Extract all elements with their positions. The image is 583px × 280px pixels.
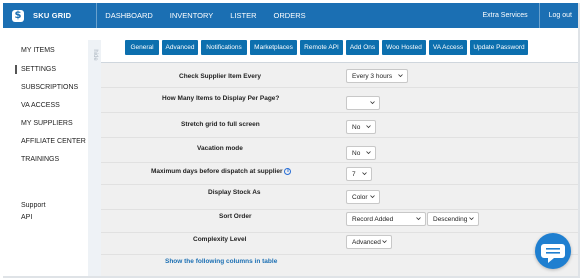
sidebar-hide-strip[interactable] — [88, 40, 101, 276]
check-supplier-label: Check Supplier Item Every — [179, 73, 262, 80]
vacation-mode-value: No — [352, 149, 361, 157]
info-icon[interactable]: i — [284, 168, 292, 175]
sidebar-item-va-access[interactable]: VA ACCESS — [21, 102, 60, 109]
sidebar-item-my-suppliers[interactable]: MY SUPPLIERS — [21, 120, 73, 127]
logo-dollar-icon[interactable]: $ — [12, 9, 24, 22]
sort-direction-select[interactable]: Descending — [427, 212, 479, 226]
sort-order-label: Sort Order — [219, 213, 252, 220]
frame-edge — [3, 276, 580, 278]
chat-widget-button[interactable] — [535, 233, 571, 269]
sidebar-active-indicator — [15, 65, 17, 74]
frame-edge — [578, 3, 580, 278]
tab-update-password[interactable]: Update Password — [470, 40, 528, 55]
max-dispatch-label: Maximum days before dispatch at supplier… — [151, 168, 292, 175]
navbar-divider — [538, 3, 540, 28]
check-supplier-select[interactable]: Every 3 hours — [346, 69, 408, 83]
chevron-down-icon — [382, 240, 387, 244]
setting-row: Check Supplier Item Every Every 3 hours — [101, 63, 578, 88]
sort-field-value: Record Added — [352, 215, 394, 223]
extra-services-link[interactable]: Extra Services — [483, 12, 528, 19]
sort-field-select[interactable]: Record Added — [346, 212, 426, 226]
display-stock-label: Display Stock As — [208, 189, 261, 196]
sidebar-item-subscriptions[interactable]: SUBSCRIPTIONS — [21, 84, 78, 91]
sidebar: MY ITEMS SETTINGS SUBSCRIPTIONS VA ACCES… — [3, 28, 88, 276]
complexity-label: Complexity Level — [193, 236, 247, 243]
nav-right: Extra Services Log out — [483, 3, 572, 28]
sidebar-item-affiliate-center[interactable]: AFFILIATE CENTER — [21, 138, 86, 145]
navbar-divider — [96, 3, 98, 28]
sidebar-hide-toggle[interactable]: hide — [88, 49, 102, 61]
max-dispatch-select[interactable]: 7 — [346, 167, 372, 181]
items-per-page-select[interactable] — [346, 96, 380, 110]
tab-remote-api[interactable]: Remote API — [300, 40, 343, 55]
tab-va-access[interactable]: VA Access — [429, 40, 467, 55]
chevron-down-icon — [398, 74, 403, 78]
display-stock-value: Color — [352, 193, 368, 201]
setting-row: Stretch grid to full screen No — [101, 113, 578, 138]
sidebar-item-api[interactable]: API — [21, 214, 32, 221]
max-dispatch-label-text: Maximum days before dispatch at supplier — [151, 168, 283, 175]
sidebar-item-settings[interactable]: SETTINGS — [21, 66, 56, 73]
brand-name[interactable]: SKU GRID — [33, 11, 71, 20]
tab-advanced[interactable]: Advanced — [162, 40, 198, 55]
tab-notifications[interactable]: Notifications — [201, 40, 247, 55]
setting-row: Vacation mode No — [101, 138, 578, 163]
chevron-down-icon — [370, 101, 375, 105]
tab-marketplaces[interactable]: Marketplaces — [250, 40, 297, 55]
main-nav: DASHBOARD INVENTORY LISTER ORDERS — [105, 11, 322, 20]
stretch-grid-select[interactable]: No — [346, 120, 376, 134]
chevron-down-icon — [469, 217, 474, 221]
setting-row: Complexity Level Advanced — [101, 233, 578, 255]
chevron-down-icon — [370, 195, 375, 199]
chevron-down-icon — [362, 172, 367, 176]
complexity-select[interactable]: Advanced — [346, 235, 392, 249]
stretch-grid-value: No — [352, 123, 361, 131]
nav-dashboard[interactable]: DASHBOARD — [105, 11, 153, 20]
setting-row: How Many Items to Display Per Page? — [101, 88, 578, 113]
logout-link[interactable]: Log out — [549, 12, 572, 19]
chat-icon — [541, 244, 565, 263]
setting-row: Display Stock As Color — [101, 185, 578, 210]
items-per-page-label: How Many Items to Display Per Page? — [162, 95, 280, 102]
setting-row: Maximum days before dispatch at supplier… — [101, 163, 578, 185]
top-navbar: $ SKU GRID DASHBOARD INVENTORY LISTER OR… — [3, 3, 578, 28]
tab-add-ons[interactable]: Add Ons — [346, 40, 379, 55]
chevron-down-icon — [366, 151, 371, 155]
settings-tabs: General Advanced Notifications Marketpla… — [101, 40, 578, 62]
nav-orders[interactable]: ORDERS — [274, 11, 306, 20]
complexity-value: Advanced — [352, 238, 381, 246]
vacation-mode-select[interactable]: No — [346, 146, 376, 160]
sidebar-item-trainings[interactable]: TRAININGS — [21, 156, 59, 163]
nav-lister[interactable]: LISTER — [230, 11, 256, 20]
setting-row: Sort Order Record Added Descending — [101, 210, 578, 233]
settings-panel: Check Supplier Item Every Every 3 hours … — [101, 63, 578, 276]
chevron-down-icon — [366, 125, 371, 129]
check-supplier-value: Every 3 hours — [352, 72, 393, 80]
sidebar-item-support[interactable]: Support — [21, 202, 46, 209]
nav-inventory[interactable]: INVENTORY — [170, 11, 213, 20]
sort-direction-value: Descending — [433, 215, 468, 223]
vacation-mode-label: Vacation mode — [197, 145, 243, 152]
columns-toggle-link[interactable]: Show the following columns in table — [165, 258, 277, 265]
stretch-grid-label: Stretch grid to full screen — [181, 121, 260, 128]
max-dispatch-value: 7 — [352, 170, 356, 178]
chevron-down-icon — [416, 217, 421, 221]
display-stock-select[interactable]: Color — [346, 190, 380, 204]
tab-woo-hosted[interactable]: Woo Hosted — [382, 40, 426, 55]
sidebar-item-my-items[interactable]: MY ITEMS — [21, 47, 55, 54]
tab-general[interactable]: General — [125, 40, 159, 55]
